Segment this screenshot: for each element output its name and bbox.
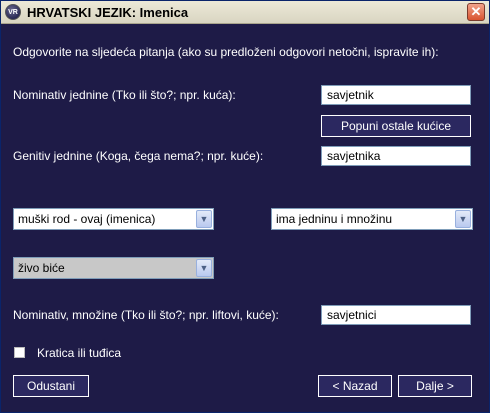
abbreviation-label: Kratica ili tuđica — [37, 346, 122, 360]
fill-fields-button[interactable]: Popuni ostale kućice — [321, 115, 471, 137]
back-button[interactable]: < Nazad — [318, 375, 392, 397]
number-select-value: ima jedninu i množinu — [276, 212, 393, 226]
instruction-text: Odgovorite na sljedeća pitanja (ako su p… — [13, 45, 439, 59]
gender-select-value: muški rod - ovaj (imenica) — [18, 212, 156, 226]
nominativ-mnozine-input[interactable]: savjetnici — [321, 305, 471, 325]
cancel-button[interactable]: Odustani — [13, 375, 89, 397]
animacy-select[interactable]: živo biće ▼ — [13, 257, 214, 279]
number-select[interactable]: ima jedninu i množinu ▼ — [271, 208, 473, 230]
close-icon[interactable]: ✕ — [467, 3, 485, 21]
next-button[interactable]: Dalje > — [398, 375, 472, 397]
title-bar[interactable]: VR HRVATSKI JEZIK: Imenica ✕ — [1, 1, 489, 24]
abbreviation-checkbox[interactable] — [14, 347, 25, 358]
genitiv-jednine-input[interactable]: savjetnika — [321, 146, 471, 166]
app-icon: VR — [5, 4, 21, 20]
gender-select[interactable]: muški rod - ovaj (imenica) ▼ — [13, 208, 214, 230]
window-title: HRVATSKI JEZIK: Imenica — [27, 5, 189, 20]
chevron-down-icon[interactable]: ▼ — [196, 259, 212, 277]
genitiv-jednine-label: Genitiv jednine (Koga, čega nema?; npr. … — [13, 149, 264, 163]
nominativ-mnozine-label: Nominativ, množine (Tko ili što?; npr. l… — [13, 308, 279, 322]
nominativ-jednine-label: Nominativ jednine (Tko ili što?; npr. ku… — [13, 88, 236, 102]
animacy-select-value: živo biće — [18, 261, 65, 275]
dialog-window: VR HRVATSKI JEZIK: Imenica ✕ Odgovorite … — [0, 0, 490, 413]
chevron-down-icon[interactable]: ▼ — [196, 210, 212, 228]
nominativ-jednine-input[interactable]: savjetnik — [321, 85, 471, 105]
chevron-down-icon[interactable]: ▼ — [455, 210, 471, 228]
